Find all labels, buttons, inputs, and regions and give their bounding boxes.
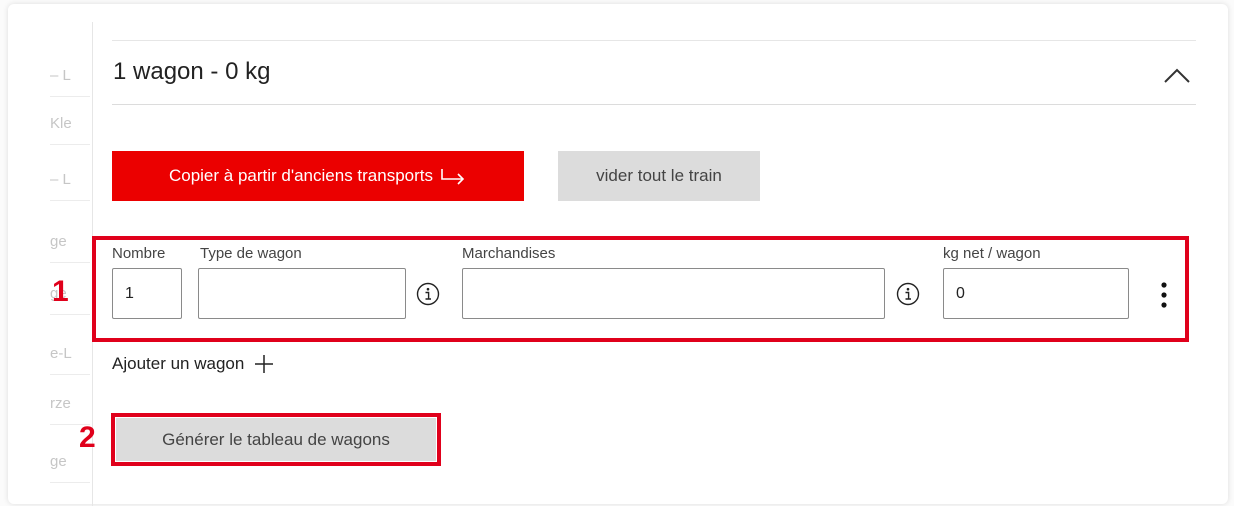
chevron-up-icon[interactable]: [1162, 66, 1192, 84]
clear-button-label: vider tout le train: [596, 166, 722, 185]
annotation-number-2: 2: [79, 421, 96, 454]
arrow-return-right-icon: [441, 169, 465, 185]
generate-wagon-table-button[interactable]: Générer le tableau de wagons: [116, 418, 436, 461]
weight-label: kg net / wagon: [943, 245, 1041, 262]
plus-icon: [255, 355, 274, 373]
copy-from-old-transports-button[interactable]: Copier à partir d'anciens transports: [112, 151, 524, 201]
wagon-type-input[interactable]: [198, 268, 406, 319]
left-fragment: – L: [50, 160, 90, 201]
copy-button-label: Copier à partir d'anciens transports: [168, 166, 434, 185]
divider: [112, 104, 1196, 105]
goods-info-icon[interactable]: [896, 282, 920, 306]
goods-label: Marchandises: [462, 245, 556, 262]
weight-per-wagon-input[interactable]: [943, 268, 1129, 319]
section-title: 1 wagon - 0 kg: [113, 58, 271, 85]
left-fragment: e-L: [50, 334, 90, 375]
count-label: Nombre: [112, 245, 166, 262]
clear-train-button[interactable]: vider tout le train: [558, 151, 760, 201]
wagon-count-input[interactable]: [112, 268, 182, 319]
left-fragment: – L: [50, 56, 90, 97]
left-fragment: Kle: [50, 104, 90, 145]
add-wagon-button[interactable]: Ajouter un wagon: [112, 350, 274, 378]
goods-input[interactable]: [462, 268, 885, 319]
annotation-number-1: 1: [52, 275, 69, 308]
divider: [112, 40, 1196, 41]
wagon-type-info-icon[interactable]: [416, 282, 440, 306]
generate-button-label: Générer le tableau de wagons: [162, 429, 390, 449]
left-fragment: rze: [50, 384, 90, 425]
kebab-menu-icon[interactable]: [1160, 281, 1168, 309]
left-fragment: ge: [50, 222, 90, 263]
wagon-type-label: Type de wagon: [200, 245, 302, 262]
add-wagon-label: Ajouter un wagon: [112, 354, 245, 373]
